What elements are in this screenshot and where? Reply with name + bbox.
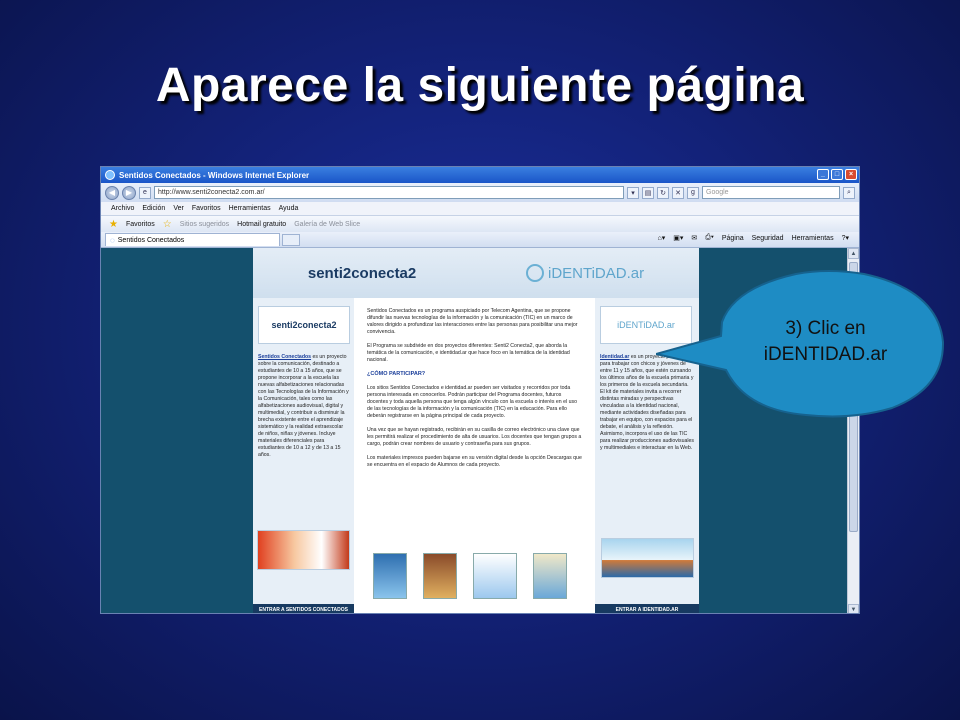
menu-ayuda[interactable]: Ayuda (279, 205, 299, 212)
home-icon[interactable]: ⌂▾ (658, 234, 666, 242)
menu-bar: Archivo Edición Ver Favoritos Herramient… (101, 202, 859, 215)
mail-icon[interactable]: ✉ (691, 234, 697, 242)
header-brand-logo[interactable]: senti2conecta2 (308, 265, 416, 282)
help-icon[interactable]: ?▾ (842, 234, 849, 242)
tab-favicon: ◌ (110, 235, 115, 245)
minimize-button[interactable]: _ (817, 169, 829, 180)
how-to-participate-heading: ¿CÓMO PARTICIPAR? (367, 371, 426, 378)
new-tab-button[interactable] (282, 233, 300, 246)
left-description: Sentidos Conectados es un proyecto sobre… (258, 354, 349, 459)
address-bar: ◀ ▶ e http://www.senti2conecta2.com.ar/ … (101, 183, 859, 202)
menu-edicion[interactable]: Edición (142, 205, 165, 212)
dropdown-arrow-icon[interactable]: ▾ (627, 186, 639, 199)
favorites-bar: ★ Favoritos ☆ Sitios sugeridos Hotmail g… (101, 215, 859, 232)
google-icon: g (687, 186, 699, 199)
enter-identidad-button[interactable]: ENTRAR A IDENTIDAD.AR (595, 604, 699, 613)
stop-icon[interactable]: ✕ (672, 186, 684, 199)
cmd-pagina[interactable]: Página (722, 235, 744, 242)
cmd-seguridad[interactable]: Seguridad (752, 235, 784, 242)
cmd-herramientas[interactable]: Herramientas (792, 235, 834, 242)
registration-paragraph: Una vez que se hayan registrado, recibir… (367, 426, 582, 447)
scroll-up-icon[interactable]: ▲ (848, 248, 859, 259)
back-button[interactable]: ◀ (105, 185, 119, 200)
sentidos-photo (257, 530, 350, 570)
webpage: senti2conecta2 iDENTiDAD.ar senti2conect… (253, 248, 699, 613)
slide-title: Aparece la siguiente página (155, 59, 805, 112)
material-thumb (533, 553, 567, 599)
left-column: senti2conecta2 Sentidos Conectados es un… (253, 298, 354, 613)
sentidos-conectados-link[interactable]: Sentidos Conectados (258, 354, 311, 360)
feeds-icon[interactable]: ▣▾ (673, 234, 683, 242)
favorites-star-icon[interactable]: ★ (109, 219, 118, 230)
ie-logo-icon (105, 170, 115, 180)
add-favorite-icon[interactable]: ☆ (163, 219, 172, 230)
menu-archivo[interactable]: Archivo (111, 205, 134, 212)
participate-paragraph: Los sitios Sentidos Conectados e identid… (367, 384, 577, 419)
command-bar: ⌂▾ ▣▾ ✉ ⎙▾ Página Seguridad Herramientas… (658, 234, 849, 242)
scroll-down-icon[interactable]: ▼ (848, 604, 859, 613)
fav-item-hotmail[interactable]: Hotmail gratuito (237, 221, 286, 228)
menu-favoritos[interactable]: Favoritos (192, 205, 221, 212)
favorites-button[interactable]: Favoritos (126, 221, 155, 228)
header-identidad-logo[interactable]: iDENTiDAD.ar (525, 264, 645, 282)
menu-herramientas[interactable]: Herramientas (229, 205, 271, 212)
header-identidad-text: iDENTiDAD.ar (547, 264, 645, 282)
material-thumb (373, 553, 407, 599)
window-title: Sentidos Conectados - Windows Internet E… (119, 170, 310, 180)
left-logo[interactable]: senti2conecta2 (258, 306, 350, 344)
callout-text: 3) Clic en iDENTIDAD.ar (763, 317, 888, 365)
close-button[interactable]: × (845, 169, 857, 180)
left-text: es un proyecto sobre la comunicación, de… (258, 354, 349, 459)
tab-title: Sentidos Conectados (117, 236, 185, 244)
enter-sentidos-button[interactable]: ENTRAR A SENTIDOS CONECTADOS (253, 604, 354, 613)
materials-thumbnails (373, 543, 583, 599)
tab-bar: ◌ Sentidos Conectados ⌂▾ ▣▾ ✉ ⎙▾ Página … (101, 232, 859, 248)
fav-item-suggested[interactable]: Sitios sugeridos (180, 221, 229, 228)
callout: 3) Clic en iDENTIDAD.ar (655, 270, 946, 420)
intro-paragraph: Sentidos Conectados es un programa auspi… (367, 308, 578, 336)
identidad-badge-icon (525, 264, 544, 282)
search-icon[interactable]: ⌕ (843, 186, 855, 199)
material-thumb (473, 553, 517, 599)
refresh-icon[interactable]: ↻ (657, 186, 669, 199)
maximize-button[interactable]: □ (831, 169, 843, 180)
page-icon: e (139, 186, 151, 199)
menu-ver[interactable]: Ver (173, 205, 184, 212)
browser-titlebar: Sentidos Conectados - Windows Internet E… (101, 167, 859, 183)
compat-view-icon[interactable]: ▤ (642, 186, 654, 199)
identidad-link[interactable]: Identidad.ar (600, 354, 629, 360)
fav-item-webslice[interactable]: Galería de Web Slice (294, 221, 360, 228)
material-thumb (423, 553, 457, 599)
projects-paragraph: El Programa se subdivide en dos proyecto… (367, 343, 570, 364)
url-input[interactable]: http://www.senti2conecta2.com.ar/ (154, 186, 624, 199)
downloads-paragraph: Los materiales impresos pueden bajarse e… (367, 454, 582, 468)
identidad-photo (601, 538, 694, 578)
page-header: senti2conecta2 iDENTiDAD.ar (253, 248, 699, 298)
print-icon[interactable]: ⎙▾ (705, 234, 714, 242)
forward-button[interactable]: ▶ (122, 185, 136, 200)
tab-sentidos-conectados[interactable]: ◌ Sentidos Conectados (105, 233, 280, 246)
search-input[interactable]: Google (702, 186, 840, 199)
